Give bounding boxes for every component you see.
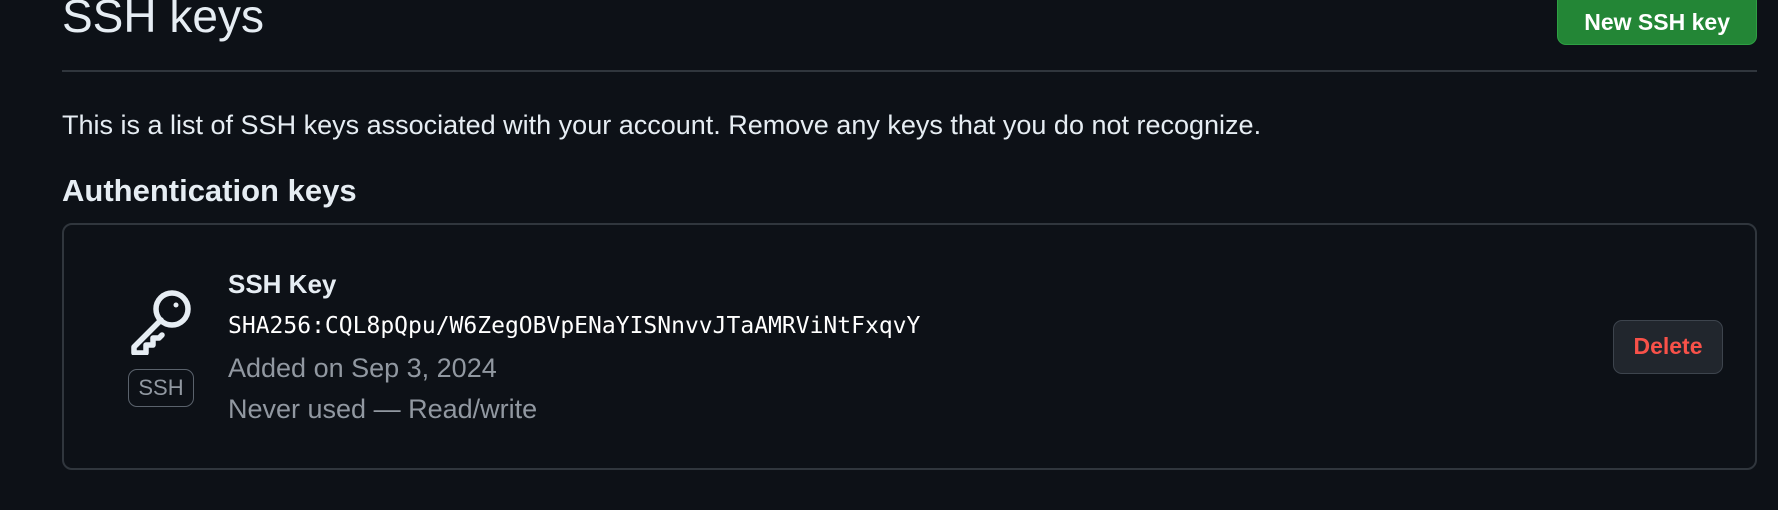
page-title: SSH keys: [62, 0, 264, 42]
key-title: SSH Key: [228, 269, 337, 299]
section-title-authentication-keys: Authentication keys: [62, 173, 357, 208]
ssh-keys-page: SSH keys New SSH key This is a list of S…: [0, 0, 1778, 510]
key-added-date: Added on Sep 3, 2024: [228, 353, 497, 383]
key-icon-column: SSH: [128, 287, 198, 407]
page-header: SSH keys New SSH key: [62, 0, 1757, 72]
ssh-key-item: SSH SSH Key SHA256:CQL8pQpu/W6ZegOBVpENa…: [62, 223, 1757, 470]
delete-key-button[interactable]: Delete: [1613, 320, 1723, 374]
new-ssh-key-button[interactable]: New SSH key: [1557, 0, 1757, 45]
page-description: This is a list of SSH keys associated wi…: [62, 110, 1262, 140]
key-type-badge: SSH: [128, 369, 194, 407]
key-icon: [131, 290, 191, 355]
key-fingerprint: SHA256:CQL8pQpu/W6ZegOBVpENaYISNnvvJTaAM…: [228, 313, 921, 339]
key-usage-status: Never used — Read/write: [228, 394, 538, 424]
